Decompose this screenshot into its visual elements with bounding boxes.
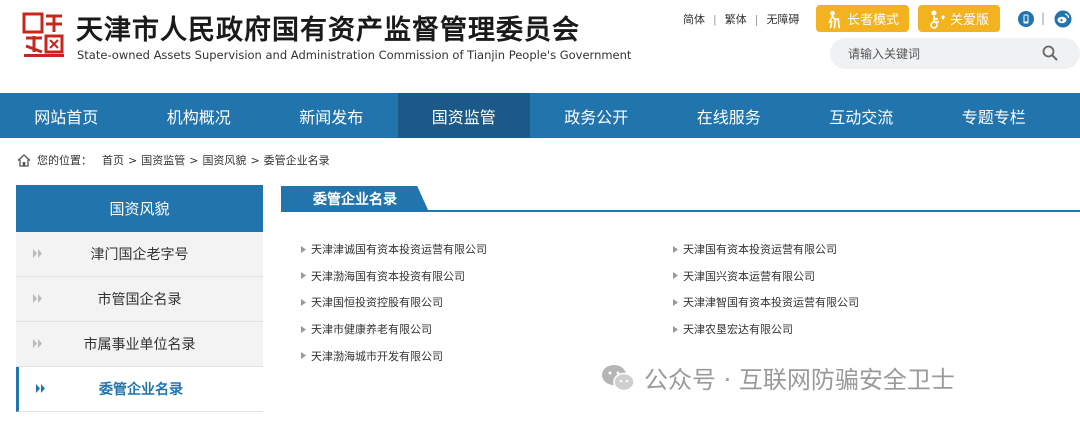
triangle-bullet-icon xyxy=(673,325,678,333)
content-tab: 委管企业名录 xyxy=(281,186,429,212)
site-title: 天津市人民政府国有资产监督管理委员会 xyxy=(76,15,580,46)
care-icon xyxy=(930,10,945,29)
weibo-icon[interactable] xyxy=(1054,10,1072,28)
list-item[interactable]: 天津国有资本投资运营有限公司 xyxy=(673,236,859,263)
double-chevron-icon xyxy=(33,339,42,348)
nav-special-topics[interactable]: 专题专栏 xyxy=(928,93,1061,138)
list-item[interactable]: 天津渤海国有资本投资有限公司 xyxy=(301,263,487,290)
sidebar-item-label: 津门国企老字号 xyxy=(90,247,189,263)
breadcrumb-label: 您的位置： xyxy=(37,154,92,167)
breadcrumb: 您的位置： 首页 > 国资监管 > 国资风貌 > 委管企业名录 xyxy=(17,152,330,168)
enterprise-list-left: 天津津诚国有资本投资运营有限公司 天津渤海国有资本投资有限公司 天津国恒投资控股… xyxy=(301,236,487,369)
double-chevron-icon xyxy=(36,384,45,393)
site-header: 天津市人民政府国有资产监督管理委员会 State-owned Assets Su… xyxy=(0,0,1080,93)
elder-icon xyxy=(828,10,841,28)
main-nav: 网站首页 机构概况 新闻发布 国资监管 政务公开 在线服务 互动交流 专题专栏 xyxy=(0,93,1080,138)
triangle-bullet-icon xyxy=(301,272,306,280)
site-subtitle: State-owned Assets Supervision and Admin… xyxy=(77,48,632,62)
list-item[interactable]: 天津市健康养老有限公司 xyxy=(301,316,487,343)
breadcrumb-home[interactable]: 首页 xyxy=(102,152,124,168)
nav-home[interactable]: 网站首页 xyxy=(0,93,133,138)
home-icon xyxy=(17,153,31,167)
list-item[interactable]: 天津渤海城市开发有限公司 xyxy=(301,342,487,369)
search-icon[interactable] xyxy=(1042,45,1058,61)
list-item[interactable]: 天津农垦宏达有限公司 xyxy=(673,316,859,343)
sidebar-item-label: 市管国企名录 xyxy=(97,292,182,308)
traditional-link[interactable]: 繁体 xyxy=(725,11,747,27)
nav-news[interactable]: 新闻发布 xyxy=(265,93,398,138)
breadcrumb-current[interactable]: 委管企业名录 xyxy=(264,152,330,168)
triangle-bullet-icon xyxy=(301,325,306,333)
care-mode-label: 关爱版 xyxy=(950,13,990,28)
triangle-bullet-icon xyxy=(301,352,306,360)
triangle-bullet-icon xyxy=(301,245,306,253)
elder-mode-label: 长者模式 xyxy=(846,13,899,28)
nav-about[interactable]: 机构概况 xyxy=(133,93,266,138)
list-item[interactable]: 天津国兴资本运营有限公司 xyxy=(673,263,859,290)
triangle-bullet-icon xyxy=(673,298,678,306)
watermark-text: 公众号 · 互联网防骗安全卫士 xyxy=(644,366,955,394)
sidebar-item-label: 市属事业单位名录 xyxy=(83,337,196,353)
double-chevron-icon xyxy=(33,294,42,303)
nav-supervision[interactable]: 国资监管 xyxy=(397,93,530,138)
sidebar-item-city-soe[interactable]: 市管国企名录 xyxy=(16,277,263,322)
language-links: 简体 | 繁体 | 无障碍 xyxy=(683,11,800,27)
elder-mode-button[interactable]: 长者模式 xyxy=(816,5,909,32)
mobile-icon[interactable] xyxy=(1018,11,1034,27)
list-item[interactable]: 天津津诚国有资本投资运营有限公司 xyxy=(301,236,487,263)
search-input[interactable] xyxy=(848,40,1028,67)
list-item[interactable]: 天津津智国有资本投资运营有限公司 xyxy=(673,289,859,316)
sidebar: 国资风貌 津门国企老字号 市管国企名录 市属事业单位名录 委管企业名录 xyxy=(16,185,263,412)
wechat-icon xyxy=(602,364,635,391)
breadcrumb-profile[interactable]: 国资风貌 xyxy=(202,152,246,168)
sidebar-item-label: 委管企业名录 xyxy=(99,382,183,398)
list-item[interactable]: 天津国恒投资控股有限公司 xyxy=(301,289,487,316)
sidebar-item-managed-enterprises[interactable]: 委管企业名录 xyxy=(16,367,263,412)
nav-online-service[interactable]: 在线服务 xyxy=(663,93,796,138)
tianjin-logo[interactable] xyxy=(22,12,66,58)
sidebar-item-institutions[interactable]: 市属事业单位名录 xyxy=(16,322,263,367)
wechat-watermark: 公众号 · 互联网防骗安全卫士 xyxy=(600,360,955,395)
nav-public-affairs[interactable]: 政务公开 xyxy=(530,93,663,138)
content-header: 委管企业名录 xyxy=(281,186,1080,212)
breadcrumb-supervision[interactable]: 国资监管 xyxy=(141,152,185,168)
nav-interaction[interactable]: 互动交流 xyxy=(795,93,928,138)
sidebar-title: 国资风貌 xyxy=(16,185,263,232)
triangle-bullet-icon xyxy=(673,272,678,280)
accessibility-link[interactable]: 无障碍 xyxy=(766,11,799,27)
enterprise-list-right: 天津国有资本投资运营有限公司 天津国兴资本运营有限公司 天津津智国有资本投资运营… xyxy=(673,236,859,342)
triangle-bullet-icon xyxy=(301,298,306,306)
care-mode-button[interactable]: 关爱版 xyxy=(918,5,1000,32)
double-chevron-icon xyxy=(33,249,42,258)
triangle-bullet-icon xyxy=(673,245,678,253)
simplified-link[interactable]: 简体 xyxy=(683,11,705,27)
sidebar-item-old-brands[interactable]: 津门国企老字号 xyxy=(16,232,263,277)
